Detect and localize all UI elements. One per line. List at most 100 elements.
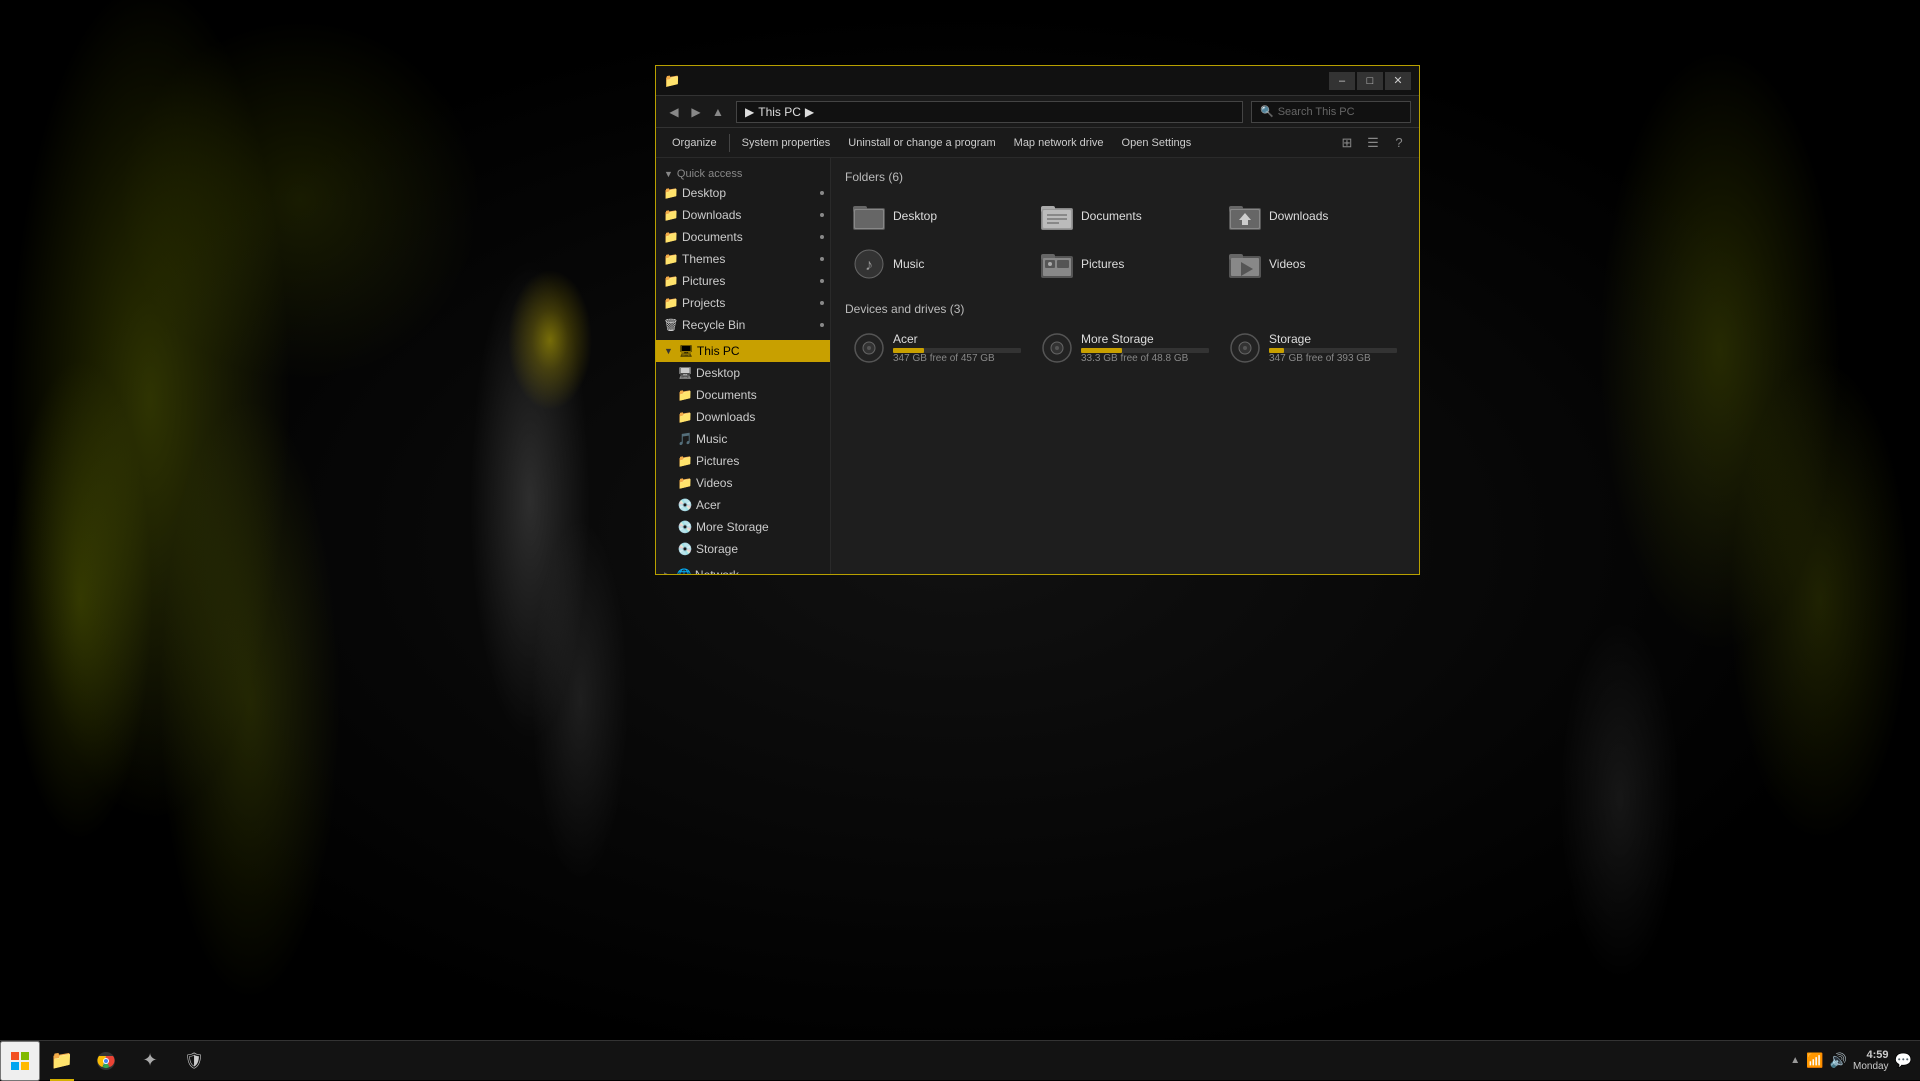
folder-item-documents[interactable]: Documents [1033, 194, 1217, 238]
sidebar-item-acer[interactable]: 💿 Acer [656, 494, 830, 516]
pin-dot [820, 191, 824, 195]
svg-text:♪: ♪ [865, 257, 873, 274]
taskbar-shield-button[interactable]: 🛡 [172, 1041, 216, 1081]
sidebar-item-documents[interactable]: 📁 Documents [656, 226, 830, 248]
network-icon[interactable]: 📶 [1806, 1052, 1823, 1069]
folder-icon: 📁 [664, 296, 678, 310]
drive-item-more-storage[interactable]: More Storage 33.3 GB free of 48.8 GB [1033, 326, 1217, 370]
toolbar-sep1 [729, 134, 730, 152]
drive-info: Storage 347 GB free of 393 GB [1269, 332, 1397, 364]
organize-button[interactable]: Organize [664, 131, 725, 155]
search-box[interactable]: 🔍 Search This PC [1251, 101, 1411, 123]
taskbar-explorer-button[interactable]: 📁 [40, 1041, 84, 1081]
drive-item-storage[interactable]: Storage 347 GB free of 393 GB [1221, 326, 1405, 370]
drive-info: More Storage 33.3 GB free of 48.8 GB [1081, 332, 1209, 364]
help-button[interactable]: ? [1387, 131, 1411, 155]
drive-size: 347 GB free of 457 GB [893, 353, 1021, 364]
sidebar-item-storage[interactable]: 💿 Storage [656, 538, 830, 560]
desktop-icon: 🖥 [678, 366, 692, 380]
this-pc-section: ▼ 🖥 This PC 🖥 Desktop 📁 Documents 📁 Down… [656, 338, 830, 562]
sidebar-item-pictures2[interactable]: 📁 Pictures [656, 450, 830, 472]
sidebar-item-label: Desktop [682, 186, 822, 200]
sidebar-item-videos[interactable]: 📁 Videos [656, 472, 830, 494]
back-button[interactable]: ◀ [664, 102, 684, 122]
drives-grid: Acer 347 GB free of 457 GB [845, 326, 1405, 370]
uninstall-button[interactable]: Uninstall or change a program [840, 131, 1003, 155]
toolbar: Organize System properties Uninstall or … [656, 128, 1419, 158]
item-label: Videos [1269, 257, 1305, 271]
address-path[interactable]: ▶ This PC ▶ [736, 101, 1243, 123]
folder-item-desktop[interactable]: Desktop [845, 194, 1029, 238]
minimize-button[interactable]: – [1329, 72, 1355, 90]
sidebar-item-label: Desktop [696, 366, 822, 380]
sidebar-item-documents2[interactable]: 📁 Documents [656, 384, 830, 406]
search-icon: 🔍 [1260, 105, 1274, 118]
sidebar-item-label: Downloads [696, 410, 822, 424]
open-settings-button[interactable]: Open Settings [1114, 131, 1200, 155]
sidebar-item-label: More Storage [696, 520, 822, 534]
path-arrow2: ▶ [805, 105, 814, 119]
folder-item-downloads[interactable]: Downloads [1221, 194, 1405, 238]
sidebar-item-downloads[interactable]: 📁 Downloads [656, 204, 830, 226]
item-label: Downloads [1269, 209, 1328, 223]
close-button[interactable]: ✕ [1385, 72, 1411, 90]
folder-icon: 📁 [664, 252, 678, 266]
pin-dot [820, 279, 824, 283]
sidebar-item-desktop2[interactable]: 🖥 Desktop [656, 362, 830, 384]
sidebar-item-more-storage[interactable]: 💿 More Storage [656, 516, 830, 538]
folder-icon: 📁 [678, 410, 692, 424]
folder-item-pictures[interactable]: Pictures [1033, 242, 1217, 286]
title-bar: 📁 – □ ✕ [656, 66, 1419, 96]
up-arrow-icon[interactable]: ▲ [1790, 1055, 1800, 1066]
taskbar-icons: 📁 ✦ 🛡 [40, 1041, 216, 1081]
view-large-button[interactable]: ⊞ [1335, 131, 1359, 155]
system-properties-button[interactable]: System properties [734, 131, 839, 155]
map-network-button[interactable]: Map network drive [1006, 131, 1112, 155]
sidebar-item-network[interactable]: ▶ 🌐 Network [656, 564, 830, 574]
folder-icon: 📁 [678, 476, 692, 490]
view-detail-button[interactable]: ☰ [1361, 131, 1385, 155]
expand-arrow: ▼ [664, 346, 673, 356]
quick-access-header: ▼ Quick access [656, 164, 830, 182]
pin-dot [820, 257, 824, 261]
sidebar-item-projects[interactable]: 📁 Projects [656, 292, 830, 314]
drive-size: 33.3 GB free of 48.8 GB [1081, 353, 1209, 364]
sidebar-item-recycle-bin[interactable]: 🗑 Recycle Bin [656, 314, 830, 336]
sidebar-item-desktop[interactable]: 📁 Desktop [656, 182, 830, 204]
up-button[interactable]: ▲ [708, 102, 728, 122]
pin-dot [820, 213, 824, 217]
sidebar-item-this-pc[interactable]: ▼ 🖥 This PC [656, 340, 830, 362]
folder-icon: 📁 [664, 274, 678, 288]
sidebar-item-label: Pictures [682, 274, 822, 288]
drive-info: Acer 347 GB free of 457 GB [893, 332, 1021, 364]
item-label: Pictures [1081, 257, 1124, 271]
maximize-button[interactable]: □ [1357, 72, 1383, 90]
taskbar-games-button[interactable]: ✦ [128, 1041, 172, 1081]
sidebar-item-themes[interactable]: 📁 Themes [656, 248, 830, 270]
drive-icon: 💿 [678, 498, 692, 512]
sidebar-item-music[interactable]: 🎵 Music [656, 428, 830, 450]
explorer-icon: 📁 [51, 1050, 73, 1071]
start-button[interactable] [0, 1041, 40, 1081]
time-display: 4:59 [1853, 1049, 1889, 1061]
sidebar-item-pictures[interactable]: 📁 Pictures [656, 270, 830, 292]
drive-name: Storage [1269, 332, 1397, 346]
notification-icon[interactable]: 💬 [1895, 1052, 1912, 1069]
path-text: This PC [758, 105, 801, 119]
drive-icon: 💿 [678, 542, 692, 556]
taskbar-chrome-button[interactable] [84, 1041, 128, 1081]
file-explorer-window: 📁 – □ ✕ ◀ ▶ ▲ ▶ This PC ▶ 🔍 Search This … [655, 65, 1420, 575]
forward-button[interactable]: ▶ [686, 102, 706, 122]
item-label: Music [893, 257, 924, 271]
sidebar-item-downloads2[interactable]: 📁 Downloads [656, 406, 830, 428]
address-bar: ◀ ▶ ▲ ▶ This PC ▶ 🔍 Search This PC [656, 96, 1419, 128]
folder-item-music[interactable]: ♪ Music [845, 242, 1029, 286]
drive-item-acer[interactable]: Acer 347 GB free of 457 GB [845, 326, 1029, 370]
folder-icon: 📁 [664, 230, 678, 244]
sidebar-item-label: Documents [696, 388, 822, 402]
drive-icon [1041, 332, 1073, 364]
systray-time[interactable]: 4:59 Monday [1853, 1049, 1889, 1072]
sidebar-item-label: Projects [682, 296, 822, 310]
folder-item-videos[interactable]: Videos [1221, 242, 1405, 286]
volume-icon[interactable]: 🔊 [1830, 1052, 1847, 1069]
